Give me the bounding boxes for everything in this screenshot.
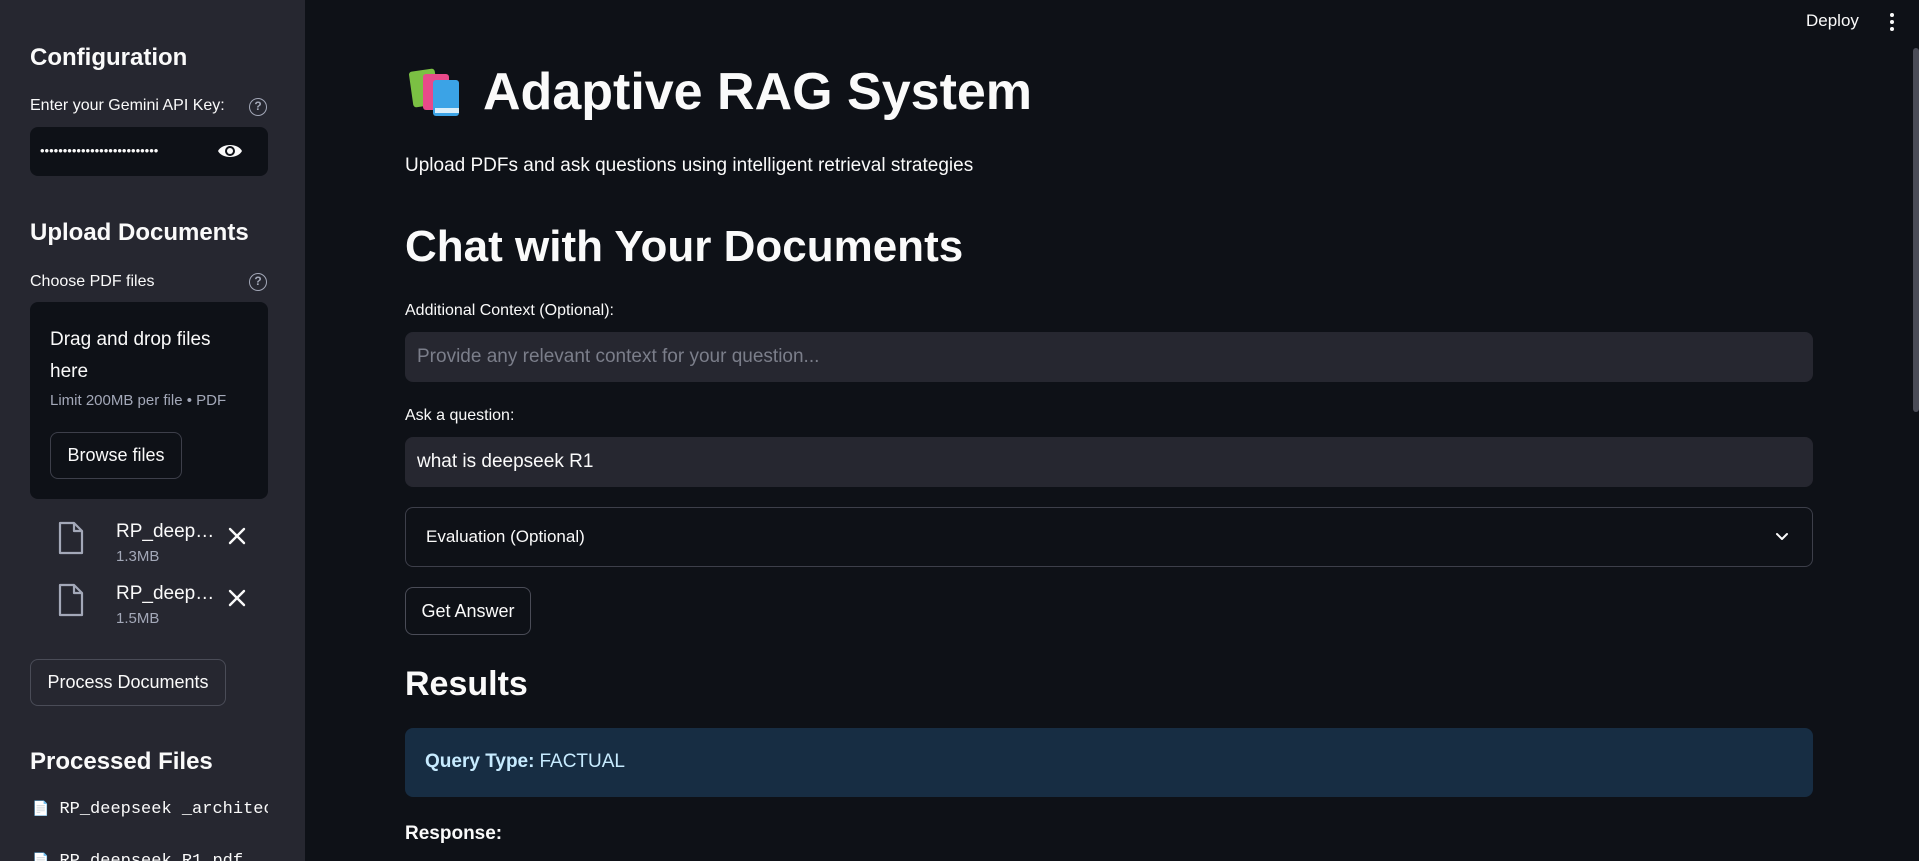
processed-file-item: 📄 RP_deepseek _architecture [32,800,268,819]
api-key-label: Enter your Gemini API Key: [30,97,225,114]
processed-file-item: 📄 RP_deepseek_R1.pdf [32,852,268,861]
response-label: Response: [405,823,503,844]
deploy-button[interactable]: Deploy [1806,11,1859,31]
process-documents-button[interactable]: Process Documents [30,659,226,706]
context-label: Additional Context (Optional): [405,302,614,319]
help-icon[interactable]: ? [249,98,267,116]
api-key-value: •••••••••••••••••••••••••• [40,143,159,158]
api-key-input[interactable]: •••••••••••••••••••••••••• [30,127,268,176]
processed-file-name: RP_deepseek _architecture [59,800,268,819]
chevron-down-icon [1776,533,1788,540]
file-icon [58,583,84,617]
file-icon [58,521,84,555]
processed-file-name: RP_deepseek_R1.pdf [59,852,243,861]
browse-files-button[interactable]: Browse files [50,432,182,479]
uploaded-file-item: RP_deepseek 1.5MB [57,583,257,633]
results-title: Results [405,665,528,703]
help-icon[interactable]: ? [249,273,267,291]
question-label: Ask a question: [405,407,515,424]
choose-files-label: Choose PDF files [30,273,155,290]
query-type-text: Query Type: FACTUAL [425,751,625,773]
upload-title: Upload Documents [30,219,249,246]
eye-icon[interactable] [216,139,244,163]
processed-files-title: Processed Files [30,748,213,775]
file-dropzone[interactable]: Drag and drop files here Limit 200MB per… [30,302,268,499]
dropzone-limit: Limit 200MB per file • PDF [50,392,227,409]
evaluation-expander[interactable]: Evaluation (Optional) [405,507,1813,567]
file-size: 1.3MB [116,548,160,565]
document-icon: 📄 [32,853,50,861]
query-type-value: FACTUAL [539,751,625,772]
page-title-row: Adaptive RAG System [405,62,1032,122]
chat-title: Chat with Your Documents [405,222,964,271]
sidebar: Configuration Enter your Gemini API Key:… [0,0,305,861]
scrollbar[interactable] [1913,48,1919,412]
config-title: Configuration [30,44,188,71]
page-title: Adaptive RAG System [483,63,1033,121]
page-subtitle: Upload PDFs and ask questions using inte… [405,155,974,176]
dropzone-title: Drag and drop files here [50,329,211,382]
file-name: RP_deepseek [116,583,221,604]
query-type-label: Query Type: [425,751,535,772]
context-input[interactable] [405,332,1813,382]
uploaded-file-item: RP_deepseek 1.3MB [57,521,257,571]
document-icon: 📄 [32,801,50,817]
evaluation-label: Evaluation (Optional) [426,527,585,546]
kebab-menu-icon[interactable] [1888,12,1896,32]
get-answer-button[interactable]: Get Answer [405,587,531,635]
books-icon [409,68,459,116]
question-input[interactable] [405,437,1813,487]
file-size: 1.5MB [116,610,160,627]
close-icon[interactable] [226,587,248,609]
file-name: RP_deepseek [116,521,221,542]
close-icon[interactable] [226,525,248,547]
query-type-box: Query Type: FACTUAL [405,728,1813,797]
